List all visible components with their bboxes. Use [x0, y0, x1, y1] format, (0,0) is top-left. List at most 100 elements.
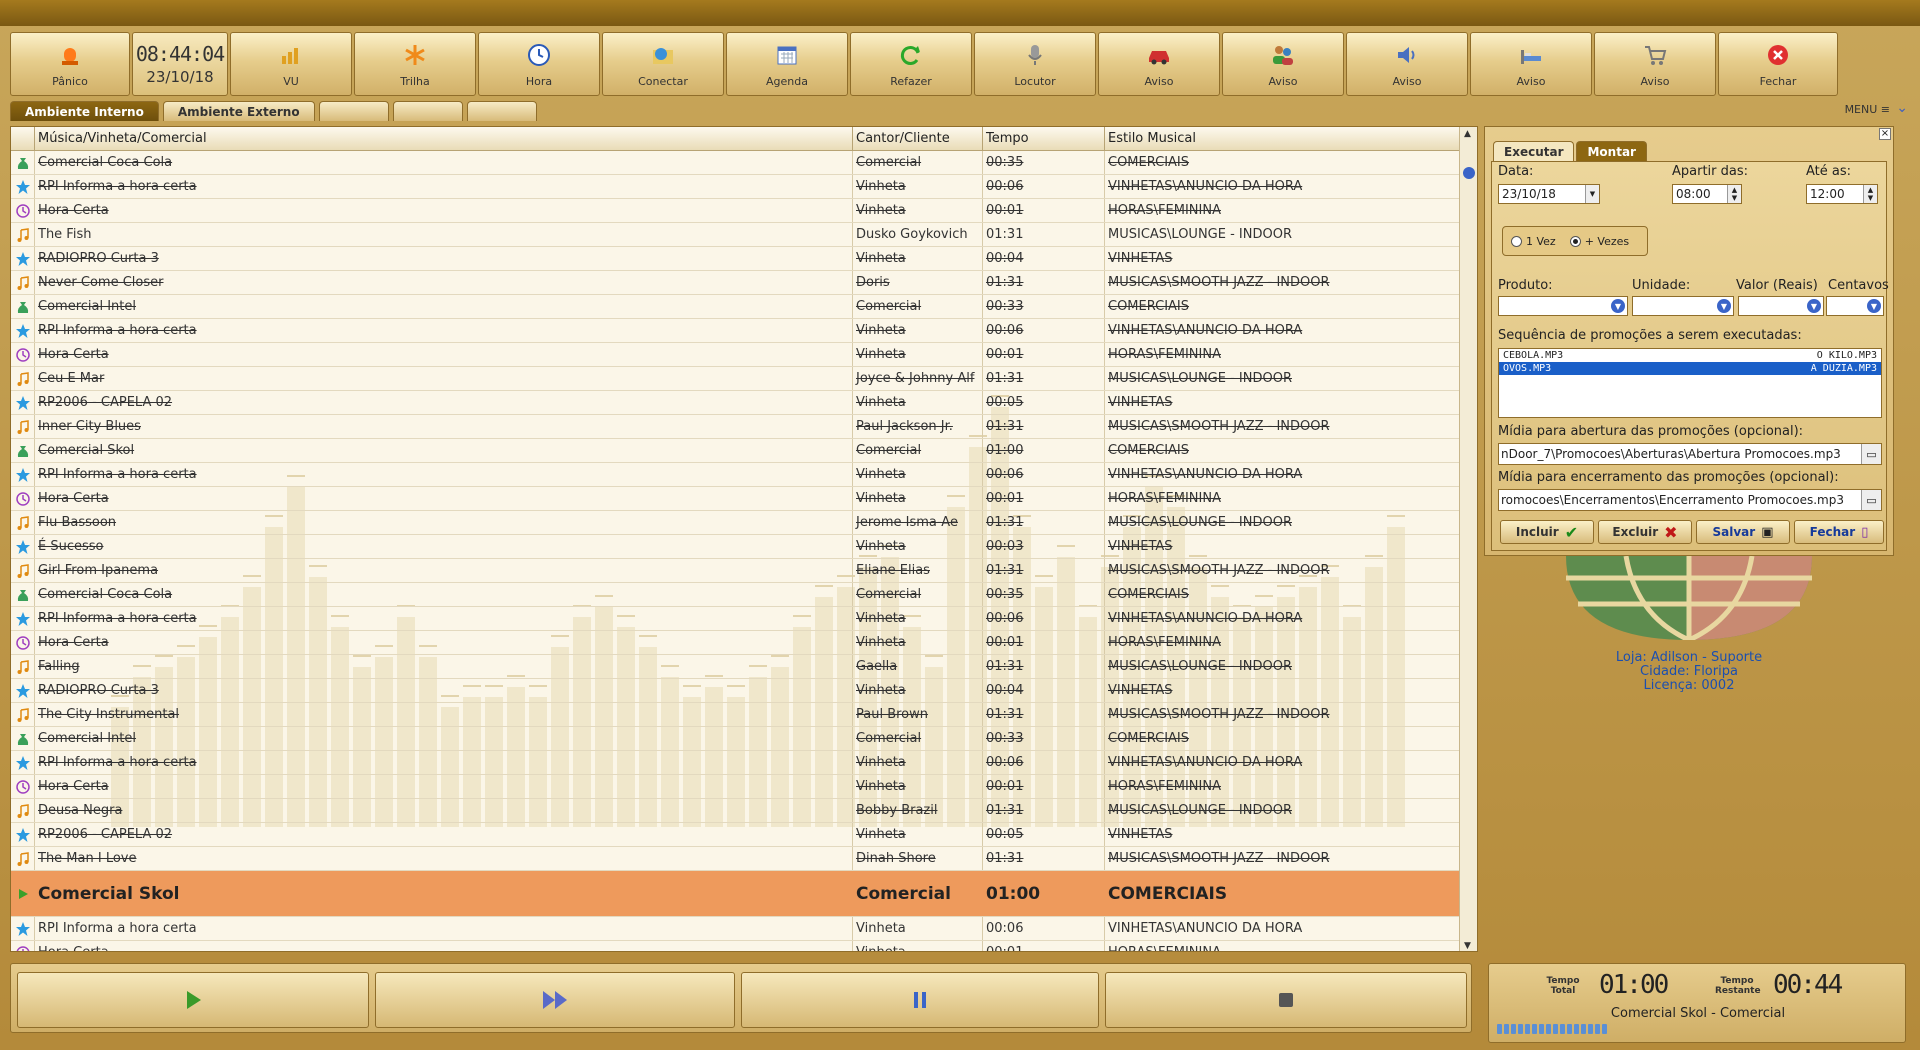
table-row[interactable]: RP2006 - CAPELA 02 Vinheta 00:05 VINHETAS [11, 823, 1461, 847]
header-time[interactable]: Tempo [983, 127, 1105, 150]
playlist-scrollbar[interactable]: ▲ ▼ [1459, 127, 1477, 951]
toolbar-button-4[interactable]: Conectar [602, 32, 724, 96]
product-select[interactable]: ▼ [1498, 296, 1628, 316]
table-row[interactable]: RPI Informa a hora certa Vinheta 00:06 VINH… [11, 607, 1461, 631]
table-row[interactable]: Hora CertaVinheta00:01HORAS\FEMININA [11, 775, 1461, 799]
table-row[interactable]: Hora CertaVinheta00:01HORAS\FEMININA [11, 631, 1461, 655]
table-row[interactable]: RPI Informa a hora certa Vinheta 00:06 VINH… [11, 319, 1461, 343]
table-row[interactable]: Comercial Coca Cola Comercial 00:35 COMERCI… [11, 583, 1461, 607]
next-button[interactable] [375, 972, 735, 1028]
list-item[interactable]: CEBOLA.MP3 O KILO.MP3 [1499, 349, 1881, 362]
table-row[interactable]: Hora CertaVinheta00:01HORAS\FEMININA [11, 199, 1461, 223]
tab-empty-3[interactable] [466, 101, 537, 121]
toolbar-button-12[interactable]: Aviso [1594, 32, 1716, 96]
toolbar-button-1[interactable]: VU [230, 32, 352, 96]
table-row[interactable]: The Fish Dusko Goykovich 01:31 MUSICAS\LOUN… [11, 223, 1461, 247]
chevron-down-icon[interactable]: ▼ [1867, 299, 1881, 313]
chevron-down-icon[interactable]: ▼ [1611, 299, 1625, 313]
stop-button[interactable] [1105, 972, 1467, 1028]
delete-button[interactable]: Excluir ✖ [1598, 520, 1692, 544]
chevron-down-icon[interactable]: ▼ [1807, 299, 1821, 313]
table-row[interactable]: Inner City Blues Paul Jackson Jr. 01:31 MUS… [11, 415, 1461, 439]
table-row[interactable]: Comercial Intel Comercial 00:33 COMERCIAIS [11, 295, 1461, 319]
time-stepper[interactable]: ▲ ▼ [1727, 185, 1741, 203]
toolbar-button-5[interactable]: Agenda [726, 32, 848, 96]
pause-button[interactable] [741, 972, 1099, 1028]
table-row[interactable]: Comercial Intel Comercial 00:33 COMERCIAIS [11, 727, 1461, 751]
list-item[interactable]: OVOS.MP3 A DUZIA.MP3 [1499, 362, 1881, 375]
table-row[interactable]: RADIOPRO Curta 3 Vinheta 00:04 VINHETAS [11, 247, 1461, 271]
folder-icon[interactable]: ▭ [1861, 490, 1881, 510]
panic-button[interactable]: Pânico [10, 32, 130, 96]
folder-icon[interactable]: ▭ [1861, 444, 1881, 464]
promo-close-icon[interactable]: × [1879, 128, 1891, 140]
close-button[interactable]: Fechar ▯ [1794, 520, 1884, 544]
scroll-up-arrow[interactable]: ▲ [1464, 129, 1471, 139]
current-track-row[interactable]: Comercial Skol Comercial 01:00 COMERCIAIS [11, 871, 1461, 917]
tab-empty-1[interactable] [318, 101, 389, 121]
header-artist[interactable]: Cantor/Cliente [853, 127, 983, 150]
cell-time: 00:05 [983, 391, 1105, 414]
time-stepper[interactable]: ▲ ▼ [1863, 185, 1877, 203]
play-button[interactable] [17, 972, 369, 1028]
table-row[interactable]: É Sucesso Vinheta 00:03 VINHETAS [11, 535, 1461, 559]
table-row[interactable]: Girl From Ipanema Eliane Elias 01:31 MUSICA… [11, 559, 1461, 583]
table-row[interactable]: Hora CertaVinheta00:01HORAS\FEMININA [11, 941, 1461, 951]
open-media-field[interactable]: nDoor_7\Promocoes\Aberturas\Abertura Pro… [1498, 443, 1882, 465]
to-time-field[interactable]: 12:00 ▲ ▼ [1806, 184, 1878, 204]
table-row[interactable]: The City Instrumental Paul Brown 01:31 MUSI… [11, 703, 1461, 727]
toolbar-button-2[interactable]: Trilha [354, 32, 476, 96]
table-row[interactable]: Never Come Closer Doris 01:31 MUSICAS\SMOOT… [11, 271, 1461, 295]
table-row[interactable]: RPI Informa a hora certa Vinheta 00:06 VINH… [11, 917, 1461, 941]
tab-empty-2[interactable] [392, 101, 463, 121]
toolbar-button-9[interactable]: Aviso [1222, 32, 1344, 96]
table-row[interactable]: The Man I Love Dinah Shore 01:31 MUSICAS\SM… [11, 847, 1461, 871]
radio-more[interactable]: + Vezes [1569, 235, 1629, 248]
header-title[interactable]: Música/Vinheta/Comercial [35, 127, 853, 150]
table-row[interactable]: RPI Informa a hora certa Vinheta 00:06 VINH… [11, 175, 1461, 199]
table-row[interactable]: Flu Bassoon Jerome Isma-Ae 01:31 MUSICAS\LO… [11, 511, 1461, 535]
add-button[interactable]: Incluir ✔ [1500, 520, 1594, 544]
table-row[interactable]: RADIOPRO Curta 3 Vinheta 00:04 VINHETAS [11, 679, 1461, 703]
cell-artist: Vinheta [853, 917, 983, 940]
tab-internal[interactable]: Ambiente Interno [10, 101, 159, 121]
window-titlebar[interactable] [0, 0, 1920, 26]
value-select[interactable]: ▼ [1738, 296, 1824, 316]
table-row[interactable]: Falling Gaella 01:31 MUSICAS\LOUNGE - INDOO… [11, 655, 1461, 679]
toolbar-button-7[interactable]: Locutor [974, 32, 1096, 96]
tab-build[interactable]: Montar [1576, 141, 1647, 161]
unit-select[interactable]: ▼ [1632, 296, 1734, 316]
table-row[interactable]: Deusa Negra Bobby Brazil 01:31 MUSICAS\LOUN… [11, 799, 1461, 823]
table-row[interactable]: Comercial Skol Comercial 01:00 COMERCIAIS [11, 439, 1461, 463]
tab-execute[interactable]: Executar [1493, 141, 1575, 161]
chevron-down-icon[interactable]: ⌄ [1896, 100, 1908, 116]
sequence-list[interactable]: CEBOLA.MP3 O KILO.MP3 OVOS.MP3 A DUZIA.MP3 [1498, 348, 1882, 418]
toolbar-button-11[interactable]: Aviso [1470, 32, 1592, 96]
from-time-field[interactable]: 08:00 ▲ ▼ [1672, 184, 1742, 204]
close-media-field[interactable]: romocoes\Encerramentos\Encerramento Prom… [1498, 489, 1882, 511]
table-row[interactable]: Comercial Coca Cola Comercial 00:35 COMERCI… [11, 151, 1461, 175]
toolbar-button-8[interactable]: Aviso [1098, 32, 1220, 96]
radio-once[interactable]: 1 Vez [1511, 235, 1556, 248]
tab-external[interactable]: Ambiente Externo [162, 101, 315, 121]
table-row[interactable]: Hora CertaVinheta00:01HORAS\FEMININA [11, 487, 1461, 511]
chevron-down-icon[interactable]: ▼ [1585, 185, 1599, 203]
table-row[interactable]: RPI Informa a hora certa Vinheta 00:06 VINH… [11, 751, 1461, 775]
header-style[interactable]: Estilo Musical [1105, 127, 1461, 150]
scroll-thumb[interactable] [1463, 167, 1475, 179]
table-row[interactable]: RPI Informa a hora certa Vinheta 00:06 VINH… [11, 463, 1461, 487]
table-row[interactable]: RP2006 - CAPELA 02 Vinheta 00:05 VINHETAS [11, 391, 1461, 415]
close-app-button[interactable]: Fechar [1718, 32, 1838, 96]
toolbar-button-6[interactable]: Refazer [850, 32, 972, 96]
toolbar-button-10[interactable]: Aviso [1346, 32, 1468, 96]
cents-select[interactable]: ▼ [1826, 296, 1884, 316]
table-row[interactable]: Hora CertaVinheta00:01HORAS\FEMININA [11, 343, 1461, 367]
playback-progress[interactable] [1497, 1024, 1897, 1036]
scroll-down-arrow[interactable]: ▼ [1464, 941, 1471, 951]
chevron-down-icon[interactable]: ▼ [1717, 299, 1731, 313]
menu-link[interactable]: MENU ≡ [1845, 103, 1890, 116]
date-field[interactable]: 23/10/18 ▼ [1498, 184, 1600, 204]
table-row[interactable]: Ceu E Mar Joyce & Johnny Alf 01:31 MUSICAS\… [11, 367, 1461, 391]
toolbar-button-3[interactable]: Hora [478, 32, 600, 96]
save-button[interactable]: Salvar ▣ [1696, 520, 1790, 544]
